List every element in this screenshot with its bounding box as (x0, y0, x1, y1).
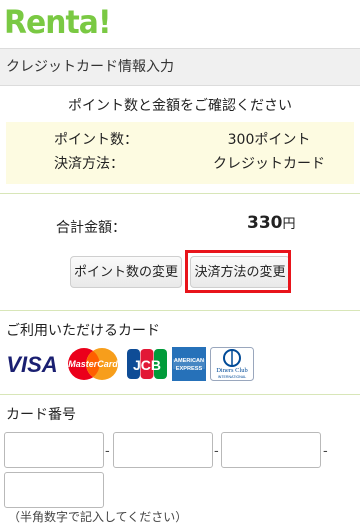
amex-text-bottom: EXPRESS (176, 366, 203, 372)
diners-text-bottom: INTERNATIONAL (218, 375, 247, 379)
payment-method-row: 決済方法： クレジットカード (6, 154, 354, 174)
total-row: 合計金額： 330円 (0, 213, 360, 237)
payment-method-value: クレジットカード (213, 156, 325, 172)
card-number-input-3[interactable] (221, 432, 321, 468)
change-points-button[interactable]: ポイント数の変更 (70, 256, 182, 288)
jcb-logo: JCB (127, 349, 167, 379)
points-value: 300ポイント (227, 132, 311, 148)
card-number-title: カード番号 (6, 407, 76, 423)
renta-logo[interactable]: Renta! (4, 3, 112, 41)
confirm-title: ポイント数と金額をご確認ください (68, 98, 292, 114)
diners-text-top: Diners Club (216, 367, 248, 374)
total-label: 合計金額： (56, 220, 126, 236)
page-title: クレジットカード情報入力 (0, 48, 360, 86)
points-row: ポイント数： 300ポイント (6, 130, 354, 150)
card-number-input-1[interactable] (4, 432, 104, 468)
total-currency: 円 (282, 217, 296, 232)
order-summary-box: ポイント数： 300ポイント 決済方法： クレジットカード (6, 122, 354, 184)
mastercard-text: MasterCard (68, 359, 118, 369)
highlight-box (185, 250, 291, 293)
accepted-cards-title: ご利用いただけるカード (6, 323, 160, 339)
total-amount-value: 330 (247, 213, 283, 233)
card-number-input-4[interactable] (4, 472, 104, 508)
card-number-separator: - (323, 444, 328, 459)
mastercard-logo: MasterCard (68, 348, 118, 380)
visa-logo: VISA (6, 352, 57, 377)
amex-text-top: AMERICAN (174, 358, 204, 364)
amex-logo: AMERICAN EXPRESS (172, 347, 206, 381)
diners-club-logo: Diners Club INTERNATIONAL (210, 347, 254, 381)
jcb-text: JCB (133, 357, 161, 373)
card-number-note: （半角数字で記入してください） (8, 510, 188, 524)
divider (0, 394, 360, 395)
card-number-input-2[interactable] (113, 432, 213, 468)
logo-bar: Renta! (0, 0, 360, 48)
card-number-separator: - (214, 444, 219, 459)
visa-text: VISA (6, 352, 57, 377)
divider (0, 193, 360, 194)
divider (0, 310, 360, 311)
total-amount: 330円 (247, 213, 296, 233)
card-number-separator: - (105, 444, 110, 459)
